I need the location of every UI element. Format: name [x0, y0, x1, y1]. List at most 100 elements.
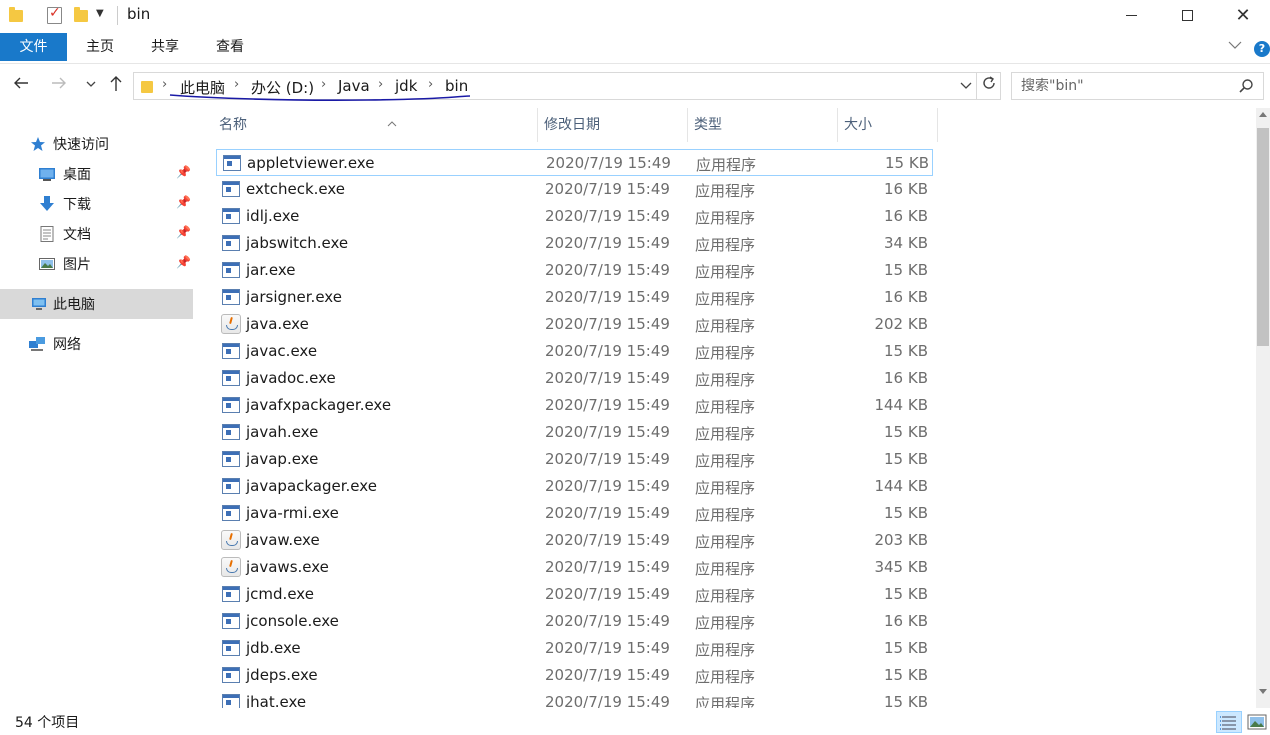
breadcrumb-separator[interactable]: › [321, 77, 326, 92]
file-row[interactable]: jar.exe 2020/7/19 15:49 应用程序 15 KB [216, 257, 933, 284]
file-size: 16 KB [884, 207, 928, 225]
column-header-type[interactable]: 类型 [688, 108, 838, 142]
scroll-down-arrow-icon[interactable] [1259, 688, 1267, 698]
exe-file-icon [222, 451, 240, 467]
file-row[interactable]: extcheck.exe 2020/7/19 15:49 应用程序 16 KB [216, 176, 933, 203]
nav-item-network[interactable]: 网络 [0, 329, 193, 359]
back-arrow-icon [14, 77, 28, 89]
large-icons-view-button[interactable] [1246, 711, 1268, 733]
pin-icon[interactable]: 📌 [176, 165, 191, 179]
file-row[interactable]: javap.exe 2020/7/19 15:49 应用程序 15 KB [216, 446, 933, 473]
tab-view[interactable]: 查看 [200, 32, 260, 62]
file-row[interactable]: javafxpackager.exe 2020/7/19 15:49 应用程序 144… [216, 392, 933, 419]
file-name: java.exe [246, 315, 309, 333]
file-row[interactable]: javah.exe 2020/7/19 15:49 应用程序 15 KB [216, 419, 933, 446]
vertical-scrollbar[interactable] [1256, 108, 1270, 708]
file-row[interactable]: javadoc.exe 2020/7/19 15:49 应用程序 16 KB [216, 365, 933, 392]
recent-locations-button[interactable] [86, 78, 96, 91]
file-type: 应用程序 [695, 371, 756, 389]
file-size: 16 KB [884, 612, 928, 630]
back-button[interactable] [12, 74, 30, 97]
navigation-row: › 此电脑 › 办公 (D:) › Java › jdk › bin [0, 66, 1270, 108]
nav-item-documents[interactable]: 文档 📌 [0, 219, 193, 249]
exe-file-icon [222, 370, 240, 386]
expand-ribbon-chevron-icon[interactable] [1228, 38, 1242, 54]
file-row[interactable]: javac.exe 2020/7/19 15:49 应用程序 15 KB [216, 338, 933, 365]
help-icon[interactable]: ? [1254, 41, 1270, 57]
minimize-button[interactable] [1102, 0, 1160, 30]
file-name: jdeps.exe [246, 666, 318, 684]
exe-file-icon [222, 694, 240, 708]
file-name: jdb.exe [246, 639, 301, 657]
scroll-thumb[interactable] [1257, 128, 1269, 346]
file-row[interactable]: jconsole.exe 2020/7/19 15:49 应用程序 16 KB [216, 608, 933, 635]
file-name: appletviewer.exe [247, 154, 375, 172]
column-header-name[interactable]: 名称 [213, 108, 538, 142]
file-row[interactable]: javaws.exe 2020/7/19 15:49 应用程序 345 KB [216, 554, 933, 581]
file-date: 2020/7/19 15:49 [545, 504, 670, 522]
file-row[interactable]: jabswitch.exe 2020/7/19 15:49 应用程序 34 KB [216, 230, 933, 257]
close-button[interactable]: ✕ [1214, 0, 1270, 30]
file-row[interactable]: jdb.exe 2020/7/19 15:49 应用程序 15 KB [216, 635, 933, 662]
breadcrumb-separator[interactable]: › [428, 77, 433, 92]
breadcrumb-separator[interactable]: › [378, 77, 383, 92]
address-history-dropdown[interactable] [960, 79, 972, 93]
file-date: 2020/7/19 15:49 [545, 693, 670, 708]
scroll-up-arrow-icon[interactable] [1259, 110, 1267, 120]
file-size: 144 KB [874, 396, 928, 414]
pin-icon[interactable]: 📌 [176, 195, 191, 209]
column-label: 修改日期 [544, 117, 600, 133]
file-type: 应用程序 [695, 182, 756, 200]
pin-icon[interactable]: 📌 [176, 255, 191, 269]
file-size: 16 KB [884, 180, 928, 198]
file-row[interactable]: javapackager.exe 2020/7/19 15:49 应用程序 144 K… [216, 473, 933, 500]
maximize-button[interactable] [1158, 0, 1216, 30]
file-row[interactable]: jhat.exe 2020/7/19 15:49 应用程序 15 KB [216, 689, 933, 708]
file-row[interactable]: idlj.exe 2020/7/19 15:49 应用程序 16 KB [216, 203, 933, 230]
search-icon[interactable] [1238, 78, 1254, 94]
tab-share[interactable]: 共享 [135, 32, 195, 62]
search-box[interactable] [1011, 72, 1264, 100]
file-row[interactable]: jcmd.exe 2020/7/19 15:49 应用程序 15 KB [216, 581, 933, 608]
file-date: 2020/7/19 15:49 [545, 639, 670, 657]
file-row[interactable]: appletviewer.exe 2020/7/19 15:49 应用程序 15 KB [216, 149, 933, 176]
star-icon [31, 137, 45, 151]
properties-icon[interactable] [47, 5, 62, 24]
file-row[interactable]: javaw.exe 2020/7/19 15:49 应用程序 203 KB [216, 527, 933, 554]
column-header-size[interactable]: 大小 [838, 108, 938, 142]
quick-access-dropdown-icon[interactable]: ▼ [96, 8, 104, 19]
file-row[interactable]: jarsigner.exe 2020/7/19 15:49 应用程序 16 KB [216, 284, 933, 311]
file-type: 应用程序 [695, 695, 756, 708]
nav-item-downloads[interactable]: 下载 📌 [0, 189, 193, 219]
file-row[interactable]: java-rmi.exe 2020/7/19 15:49 应用程序 15 KB [216, 500, 933, 527]
file-type: 应用程序 [695, 425, 756, 443]
nav-item-desktop[interactable]: 桌面 📌 [0, 159, 193, 189]
exe-file-icon [222, 262, 240, 278]
forward-button[interactable] [50, 74, 68, 97]
nav-item-this-pc[interactable]: 此电脑 [0, 289, 193, 319]
file-row[interactable]: java.exe 2020/7/19 15:49 应用程序 202 KB [216, 311, 933, 338]
file-list: 名称 修改日期 类型 大小 appletviewer.exe 2020/7/19 … [196, 108, 1256, 708]
nav-label: 网络 [53, 337, 81, 353]
file-type: 应用程序 [695, 641, 756, 659]
file-size: 34 KB [884, 234, 928, 252]
file-size: 15 KB [884, 342, 928, 360]
pin-icon[interactable]: 📌 [176, 225, 191, 239]
new-folder-icon[interactable] [74, 7, 88, 22]
details-view-button[interactable] [1216, 711, 1242, 733]
breadcrumb-separator[interactable]: › [162, 77, 167, 92]
exe-file-icon [222, 505, 240, 521]
nav-item-pictures[interactable]: 图片 📌 [0, 249, 193, 279]
tab-file[interactable]: 文件 [0, 33, 67, 61]
column-header-date[interactable]: 修改日期 [538, 108, 688, 142]
column-label: 类型 [694, 117, 722, 133]
nav-item-quick-access[interactable]: 快速访问 [0, 129, 193, 159]
file-row[interactable]: jdeps.exe 2020/7/19 15:49 应用程序 15 KB [216, 662, 933, 689]
file-size: 15 KB [884, 261, 928, 279]
breadcrumb-separator[interactable]: › [234, 77, 239, 92]
search-input[interactable] [1012, 73, 1232, 99]
refresh-button[interactable] [977, 72, 1001, 100]
forward-arrow-icon [52, 77, 66, 89]
up-button[interactable] [108, 74, 124, 97]
tab-home[interactable]: 主页 [70, 32, 130, 62]
